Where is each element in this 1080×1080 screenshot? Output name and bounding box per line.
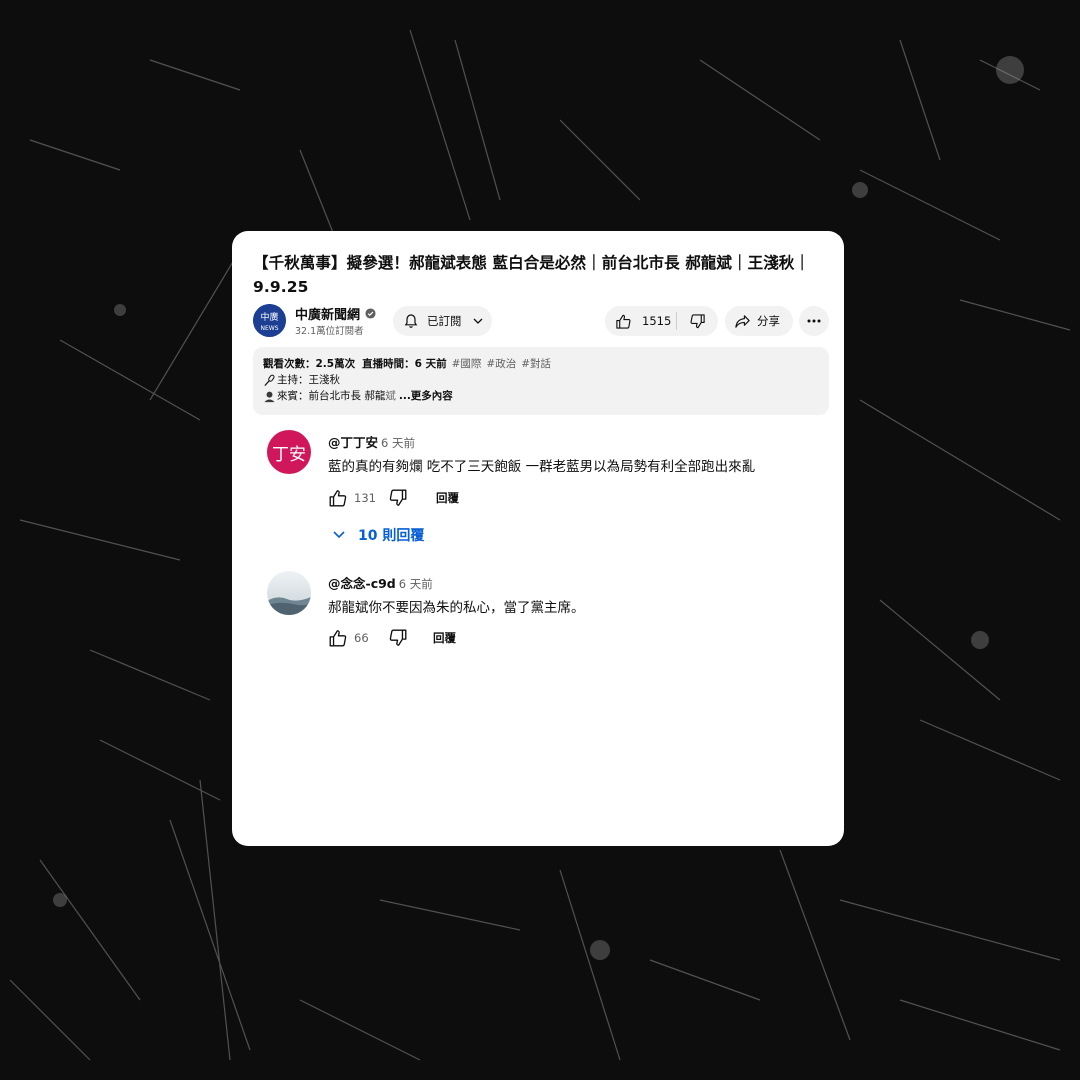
comment-avatar[interactable] <box>267 571 311 615</box>
comment-text: 郝龍斌你不要因為朱的私心，當了黨主席。 <box>328 600 585 616</box>
video-card: 【千秋萬事】擬參選！郝龍斌表態 藍白合是必然｜前台北市長 郝龍斌｜王淺秋｜9.9… <box>232 231 844 846</box>
thumbs-up-icon[interactable] <box>328 628 348 648</box>
svg-text:中廣: 中廣 <box>260 311 278 323</box>
landscape-avatar-icon <box>267 571 311 615</box>
bell-icon <box>404 314 418 328</box>
subscribe-label: 已訂閱 <box>427 314 462 328</box>
hashtag[interactable]: #國際 <box>452 356 482 372</box>
description-box[interactable]: 觀看次數：2.5萬次 直播時間：6 天前 #國際 #政治 #對話 主持：王淺秋 … <box>253 347 829 415</box>
show-more-link[interactable]: ...更多內容 <box>399 388 453 404</box>
reply-button[interactable]: 回覆 <box>433 630 456 646</box>
comment-author[interactable]: @念念-c9d <box>328 576 396 591</box>
channel-avatar[interactable]: 中廣 NEWS <box>253 304 286 337</box>
video-title: 【千秋萬事】擬參選！郝龍斌表態 藍白合是必然｜前台北市長 郝龍斌｜王淺秋｜9.9… <box>253 254 810 296</box>
comment-item: @念念-c9d 6 天前 郝龍斌你不要因為朱的私心，當了黨主席。 66 回覆 <box>267 571 827 661</box>
channel-name-label: 中廣新聞網 <box>295 308 361 323</box>
channel-logo-icon: 中廣 NEWS <box>253 304 286 337</box>
replies-count-label: 10 則回覆 <box>358 528 425 544</box>
share-label: 分享 <box>757 314 780 328</box>
verified-icon <box>365 308 376 319</box>
comment-like-count: 66 <box>354 631 369 645</box>
comment-time[interactable]: 6 天前 <box>399 577 433 591</box>
like-count: 1515 <box>642 314 672 328</box>
thumbs-down-icon[interactable] <box>388 628 408 648</box>
description-meta-row: 觀看次數：2.5萬次 直播時間：6 天前 #國際 #政治 #對話 <box>263 356 819 372</box>
guest-text-fade: 斌 <box>385 390 396 402</box>
channel-name[interactable]: 中廣新聞網 <box>295 304 376 323</box>
live-time: 直播時間：6 天前 <box>362 358 447 370</box>
subscriber-count: 32.1萬位訂閱者 <box>295 326 364 337</box>
like-button[interactable]: 1515 <box>605 306 676 336</box>
guest-text: 來賓：前台北市長 郝龍 <box>277 390 386 402</box>
chevron-down-icon <box>333 531 345 539</box>
comment-header: @念念-c9d 6 天前 <box>328 573 433 592</box>
view-count: 觀看次數：2.5萬次 <box>263 358 356 370</box>
comment-author[interactable]: @丁丁安 <box>328 435 378 450</box>
share-button[interactable]: 分享 <box>725 306 793 336</box>
svg-text:NEWS: NEWS <box>260 325 278 332</box>
description-host-row: 主持：王淺秋 <box>263 372 819 388</box>
reply-button[interactable]: 回覆 <box>436 490 459 506</box>
more-actions-button[interactable] <box>799 306 829 336</box>
share-icon <box>735 314 750 328</box>
chevron-down-icon <box>473 318 482 324</box>
comment-header: @丁丁安 6 天前 <box>328 432 415 451</box>
thumbs-down-icon <box>690 313 705 328</box>
comment-avatar[interactable]: 丁安 <box>267 430 311 474</box>
comment-actions: 66 回覆 <box>328 628 456 648</box>
thumbs-down-icon[interactable] <box>388 488 408 508</box>
hashtag[interactable]: #政治 <box>486 356 516 372</box>
view-replies-button[interactable]: 10 則回覆 <box>332 525 424 545</box>
comment-actions: 131 回覆 <box>328 488 459 508</box>
hashtag[interactable]: #對話 <box>521 356 551 372</box>
more-icon <box>807 319 821 323</box>
subscribe-button[interactable]: 已訂閱 <box>393 306 492 336</box>
comment-text: 藍的真的有夠爛 吃不了三天飽飯 一群老藍男以為局勢有利全部跑出來亂 <box>328 459 756 475</box>
microphone-icon <box>264 374 275 386</box>
comment-like-count: 131 <box>354 491 376 505</box>
person-icon <box>264 391 275 402</box>
comment-time[interactable]: 6 天前 <box>381 436 415 450</box>
dislike-button[interactable] <box>677 306 718 336</box>
host-text: 主持：王淺秋 <box>277 374 340 386</box>
thumbs-up-icon <box>616 314 631 329</box>
description-guest-row: 來賓：前台北市長 郝龍斌 ...更多內容 <box>263 388 819 404</box>
thumbs-up-icon[interactable] <box>328 488 348 508</box>
like-dislike-bar: 1515 <box>605 306 718 336</box>
